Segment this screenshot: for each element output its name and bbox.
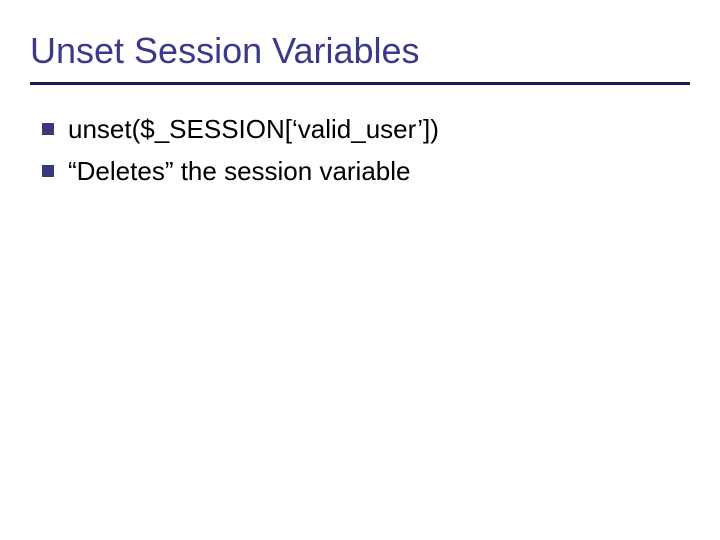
slide-title: Unset Session Variables [30, 30, 690, 85]
square-bullet-icon [42, 165, 54, 177]
bullet-text: unset($_SESSION[‘valid_user’]) [68, 113, 439, 147]
bullet-text: “Deletes” the session variable [68, 155, 411, 189]
bullet-list: unset($_SESSION[‘valid_user’]) “Deletes”… [30, 113, 690, 189]
list-item: unset($_SESSION[‘valid_user’]) [42, 113, 690, 147]
square-bullet-icon [42, 123, 54, 135]
list-item: “Deletes” the session variable [42, 155, 690, 189]
